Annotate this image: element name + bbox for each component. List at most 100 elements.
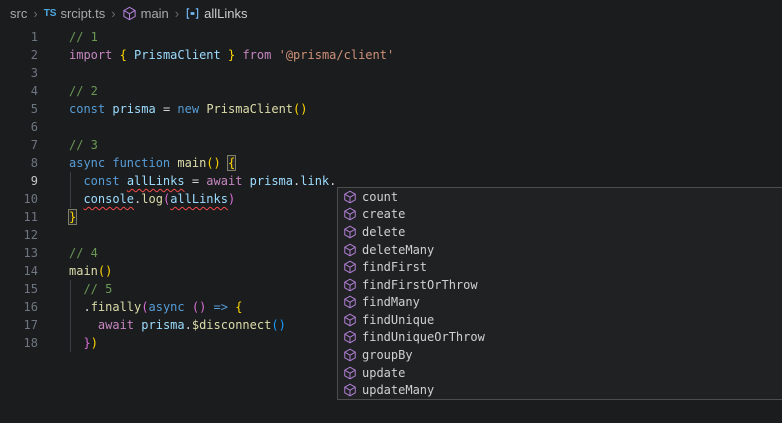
breadcrumb-item-srcipt.ts[interactable]: TSsrcipt.ts: [44, 6, 106, 21]
code-token: prisma: [250, 174, 293, 188]
symbol-method-icon: [342, 259, 358, 275]
breadcrumb-label: src: [10, 6, 27, 21]
suggestion-label: findMany: [362, 295, 420, 309]
suggestion-findMany[interactable]: findMany: [338, 293, 782, 311]
line-number: 17: [0, 316, 38, 334]
symbol-method-icon: [342, 294, 358, 310]
code-token: (): [192, 300, 206, 314]
suggestion-deleteMany[interactable]: deleteMany: [338, 241, 782, 259]
breadcrumb-label: srcipt.ts: [60, 6, 105, 21]
breadcrumb-separator: ›: [111, 6, 115, 21]
code-line-content: // 1: [69, 28, 98, 46]
suggestion-findFirstOrThrow[interactable]: findFirstOrThrow: [338, 276, 782, 294]
suggestion-label: updateMany: [362, 383, 434, 397]
code-line-content: }: [69, 208, 76, 226]
typescript-file-icon: TS: [44, 8, 57, 19]
code-token: await: [98, 318, 134, 332]
code-line-content: // 2: [69, 82, 98, 100]
code-line-content: .finally(async () => {: [69, 298, 242, 316]
suggestion-groupBy[interactable]: groupBy: [338, 346, 782, 364]
code-token: // 3: [69, 138, 98, 152]
code-token: await: [206, 174, 242, 188]
code-line-4[interactable]: 4// 2: [0, 82, 782, 100]
code-token: const: [69, 102, 105, 116]
breadcrumb-label: main: [141, 6, 169, 21]
code-token: PrismaClient: [206, 102, 293, 116]
breadcrumb-item-src[interactable]: src: [10, 6, 27, 21]
breadcrumb-item-main[interactable]: main: [122, 6, 169, 21]
suggestion-update[interactable]: update: [338, 364, 782, 382]
code-token: import: [69, 48, 112, 62]
line-number: 9: [0, 172, 38, 190]
code-token: link: [300, 174, 329, 188]
code-token: (): [98, 264, 112, 278]
code-token: [69, 318, 98, 332]
breadcrumb: src›TSsrcipt.ts›main›allLinks: [0, 0, 782, 26]
code-token: finally: [91, 300, 142, 314]
line-number: 14: [0, 262, 38, 280]
breadcrumb-label: allLinks: [204, 6, 247, 21]
code-line-content: const prisma = new PrismaClient(): [69, 100, 307, 118]
code-token: [206, 300, 213, 314]
code-line-5[interactable]: 5const prisma = new PrismaClient(): [0, 100, 782, 118]
symbol-method-icon: [342, 242, 358, 258]
code-token: }: [83, 336, 90, 350]
code-token: prisma: [141, 318, 184, 332]
code-token: async: [149, 300, 185, 314]
code-token: .: [83, 300, 90, 314]
code-token: [221, 156, 228, 170]
code-token: (): [293, 102, 307, 116]
code-line-8[interactable]: 8async function main() {: [0, 154, 782, 172]
code-token: {: [228, 156, 235, 170]
code-token: main: [69, 264, 98, 278]
intellisense-suggest-widget[interactable]: count create delete deleteMany findFirst find…: [337, 187, 782, 400]
symbol-method-icon: [342, 312, 358, 328]
suggestion-label: groupBy: [362, 348, 413, 362]
code-token: allLinks: [127, 174, 185, 188]
suggestion-label: delete: [362, 225, 405, 239]
code-line-content: // 3: [69, 136, 98, 154]
suggestion-findUnique[interactable]: findUnique: [338, 311, 782, 329]
code-token: log: [141, 192, 163, 206]
suggestion-count[interactable]: count: [338, 188, 782, 206]
code-line-content: const allLinks = await prisma.link.: [69, 172, 336, 190]
code-token: [69, 174, 83, 188]
code-line-3[interactable]: 3: [0, 64, 782, 82]
suggestion-label: findUnique: [362, 313, 434, 327]
symbol-method-icon: [342, 224, 358, 240]
suggestion-findFirst[interactable]: findFirst: [338, 258, 782, 276]
suggestion-label: deleteMany: [362, 243, 434, 257]
code-line-1[interactable]: 1// 1: [0, 28, 782, 46]
symbol-method-icon: [342, 277, 358, 293]
code-token: =: [185, 174, 207, 188]
suggestion-findUniqueOrThrow[interactable]: findUniqueOrThrow: [338, 329, 782, 347]
code-token: [69, 300, 83, 314]
suggestion-updateMany[interactable]: updateMany: [338, 381, 782, 399]
line-number: 8: [0, 154, 38, 172]
code-token: main: [177, 156, 206, 170]
breadcrumb-item-allLinks[interactable]: allLinks: [185, 6, 247, 21]
suggestion-label: update: [362, 366, 405, 380]
suggestion-delete[interactable]: delete: [338, 223, 782, 241]
suggestion-label: count: [362, 190, 398, 204]
code-line-6[interactable]: 6: [0, 118, 782, 136]
code-token: [242, 174, 249, 188]
suggestion-label: findUniqueOrThrow: [362, 330, 485, 344]
code-token: prisma: [112, 102, 155, 116]
suggestion-label: findFirst: [362, 260, 427, 274]
suggestion-label: create: [362, 207, 405, 221]
code-token: '@prisma/client': [279, 48, 395, 62]
suggestion-create[interactable]: create: [338, 206, 782, 224]
code-token: [185, 300, 192, 314]
code-token: }: [69, 210, 76, 224]
code-token: // 2: [69, 84, 98, 98]
line-number: 3: [0, 64, 38, 82]
code-line-7[interactable]: 7// 3: [0, 136, 782, 154]
code-token: // 5: [83, 282, 112, 296]
line-number: 12: [0, 226, 38, 244]
code-token: const: [83, 174, 119, 188]
code-line-2[interactable]: 2import { PrismaClient } from '@prisma/c…: [0, 46, 782, 64]
line-number: 2: [0, 46, 38, 64]
code-token: ): [228, 192, 235, 206]
code-token: console: [83, 192, 134, 206]
